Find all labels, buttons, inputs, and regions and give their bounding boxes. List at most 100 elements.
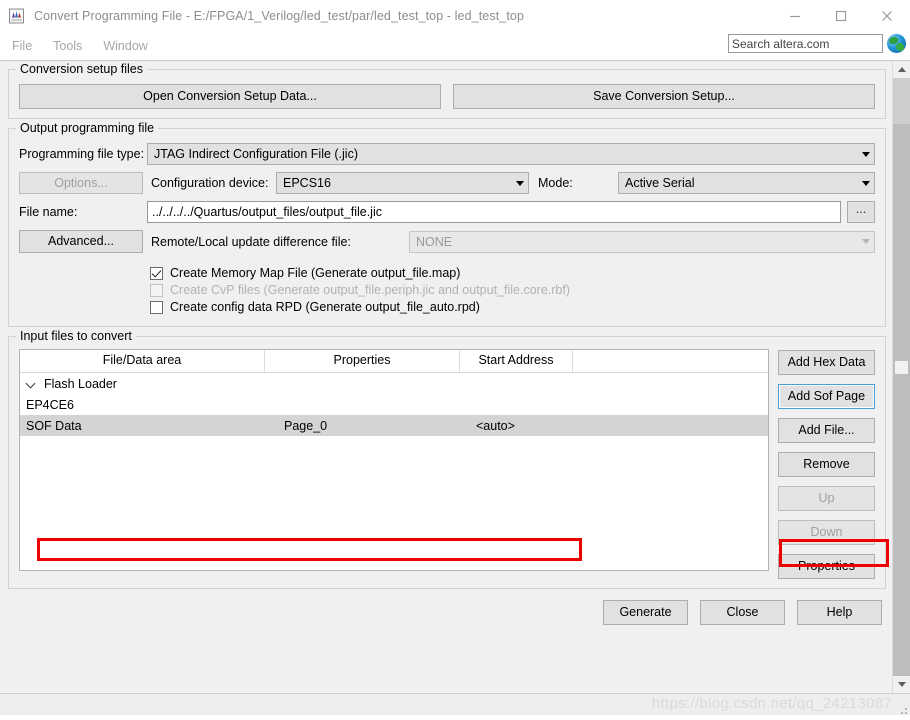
minimize-icon[interactable] [772,0,818,31]
maximize-icon[interactable] [818,0,864,31]
close-icon[interactable] [864,0,910,31]
table-body: Flash Loader EP4CE6 SOF Data Page_0 <aut… [20,373,768,436]
scroll-up-icon[interactable] [893,61,910,78]
column-header-file-data-area[interactable]: File/Data area [20,350,265,372]
title-bar: Convert Programming File - E:/FPGA/1_Ver… [0,0,910,31]
programming-file-type-label: Programming file type: [19,147,145,161]
mode-value: Active Serial [625,176,695,190]
create-config-data-rpd-checkbox-row[interactable]: Create config data RPD (Generate output_… [150,300,875,314]
column-header-start-address[interactable]: Start Address [460,350,573,372]
options-button-label: Options... [54,176,108,190]
save-conversion-setup-button[interactable]: Save Conversion Setup... [453,84,875,109]
cell-file-data-area: SOF Data [20,419,265,433]
programming-file-type-value: JTAG Indirect Configuration File (.jic) [154,147,358,161]
create-cvp-files-checkbox-row: Create CvP files (Generate output_file.p… [150,283,875,297]
dialog-client-area: Conversion setup files Open Conversion S… [0,60,910,693]
programming-file-type-select[interactable]: JTAG Indirect Configuration File (.jic) [147,143,875,165]
remote-local-label: Remote/Local update difference file: [151,234,351,249]
create-cvp-files-checkbox [150,283,163,297]
input-files-legend: Input files to convert [16,329,136,343]
cell-properties: Page_0 [284,418,328,433]
create-memory-map-checkbox-row[interactable]: Create Memory Map File (Generate output_… [150,266,875,280]
input-files-table[interactable]: File/Data area Properties Start Address … [19,349,769,571]
search-input[interactable] [728,34,883,53]
scrollbar-lower-track[interactable] [893,124,910,676]
cell-file-data-area: Flash Loader [20,377,265,391]
programming-file-type-row: Programming file type: JTAG Indirect Con… [19,143,875,165]
chevron-down-icon [862,239,870,244]
sof-data-row[interactable]: SOF Data Page_0 <auto> [20,415,768,436]
mode-select[interactable]: Active Serial [618,172,875,194]
add-sof-page-button[interactable]: Add Sof Page [778,384,875,409]
create-memory-map-checkbox[interactable] [150,266,163,280]
background-page-strip [0,715,910,720]
scrollbar-track[interactable] [893,78,910,676]
add-hex-data-button[interactable]: Add Hex Data [778,350,875,375]
conversion-setup-files-group: Conversion setup files Open Conversion S… [8,62,886,119]
scrollbar-grip[interactable] [895,361,908,374]
configuration-device-value: EPCS16 [283,176,331,190]
scroll-down-icon[interactable] [893,676,910,693]
scrollbar-thumb[interactable] [893,78,910,124]
create-cvp-files-label: Create CvP files (Generate output_file.p… [170,283,570,297]
window-title: Convert Programming File - E:/FPGA/1_Ver… [34,8,524,23]
properties-button[interactable]: Properties [778,554,875,579]
configuration-device-select[interactable]: EPCS16 [276,172,529,194]
conversion-setup-legend: Conversion setup files [16,62,147,76]
configuration-device-label: Configuration device: [151,176,276,190]
add-file-button[interactable]: Add File... [778,418,875,443]
up-button: Up [778,486,875,511]
remote-local-value: NONE [416,234,453,249]
configuration-device-row: Options... Configuration device: EPCS16 … [19,172,875,194]
file-name-row: File name: ../../../../Quartus/output_fi… [19,201,875,223]
table-row[interactable]: Flash Loader [20,373,768,394]
remote-local-row: Advanced... Remote/Local update differen… [19,230,875,253]
column-header-properties[interactable]: Properties [265,350,460,372]
row-label: SOF Data [26,418,82,433]
table-row[interactable]: EP4CE6 [20,394,768,415]
options-button[interactable]: Options... [19,172,143,194]
file-name-value: ../../../../Quartus/output_files/output_… [152,205,382,219]
create-config-data-rpd-label: Create config data RPD (Generate output_… [170,300,480,314]
quartus-app-icon [8,7,26,25]
output-programming-file-group: Output programming file Programming file… [8,121,886,327]
help-button[interactable]: Help [797,600,882,625]
close-button[interactable]: Close [700,600,785,625]
cell-start-address: <auto> [476,418,515,433]
window-controls [772,0,910,31]
input-files-to-convert-group: Input files to convert File/Data area Pr… [8,329,886,589]
menu-item-file[interactable]: File [3,37,41,55]
browse-file-button[interactable]: ... [847,201,875,223]
menu-item-tools[interactable]: Tools [44,37,91,55]
chevron-down-icon[interactable] [26,378,38,390]
vertical-scrollbar[interactable] [892,61,910,693]
generate-button[interactable]: Generate [603,600,688,625]
convert-programming-file-window: Convert Programming File - E:/FPGA/1_Ver… [0,0,910,720]
configuration-device-label-text: Configuration device: [151,176,269,190]
chevron-down-icon [516,180,524,186]
create-config-data-rpd-checkbox[interactable] [150,300,163,314]
row-label: EP4CE6 [26,397,74,412]
column-header-extra[interactable] [573,350,768,372]
remote-local-select: NONE [409,230,875,253]
dialog-content: Conversion setup files Open Conversion S… [0,61,892,693]
advanced-button-label: Advanced... [47,234,114,248]
globe-icon[interactable] [887,34,906,53]
file-name-input[interactable]: ../../../../Quartus/output_files/output_… [147,201,841,223]
output-programming-file-legend: Output programming file [16,121,159,135]
create-memory-map-label: Create Memory Map File (Generate output_… [170,266,461,280]
background-page-text [10,715,68,719]
chevron-down-icon [862,180,870,186]
search-area [728,34,906,53]
dialog-buttons: Generate Close Help [8,589,886,635]
row-label: Flash Loader [44,376,117,391]
mode-label: Mode: [538,176,573,190]
menu-item-window[interactable]: Window [94,37,156,55]
advanced-button[interactable]: Advanced... [19,230,143,253]
menu-bar: File Tools Window [0,31,910,60]
input-files-side-buttons: Add Hex Data Add Sof Page Add File... Re… [778,349,875,579]
remove-button[interactable]: Remove [778,452,875,477]
open-conversion-setup-data-button[interactable]: Open Conversion Setup Data... [19,84,441,109]
chevron-down-icon [862,151,870,157]
cell-file-data-area: EP4CE6 [20,398,265,412]
